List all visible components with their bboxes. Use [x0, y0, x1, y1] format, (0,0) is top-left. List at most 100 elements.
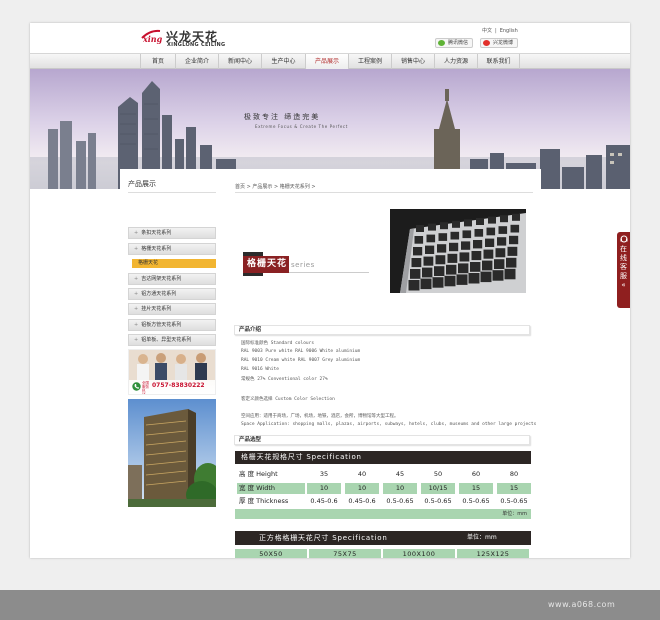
service-label: 在线客服: [620, 245, 627, 280]
sidebar-item-4[interactable]: 挂片天花系列: [128, 303, 216, 315]
sidebar-item-1[interactable]: 格栅天花系列: [128, 243, 216, 255]
wechat-icon: [438, 40, 445, 46]
grid-cell-hole: [509, 235, 519, 245]
grid-cell-hole: [444, 275, 456, 287]
intro-section-header: 产品介绍: [234, 325, 530, 335]
nav-item-1[interactable]: 企业简介: [175, 54, 218, 69]
intro-line: Space Application: shopping malls, plaza…: [241, 422, 537, 427]
sidebar-divider: [128, 192, 216, 193]
grid-cell-hole: [423, 256, 434, 266]
spec-cell: 45: [395, 470, 405, 478]
lang-cn-link[interactable]: 中文: [482, 28, 492, 34]
spec-unit: 单位：mm: [235, 509, 531, 519]
sidebar-item-5[interactable]: 铝板方管天花系列: [128, 319, 216, 331]
logo-en: XINGLONG CEILING: [167, 42, 226, 48]
nav-item-4[interactable]: 产品展示: [305, 54, 348, 69]
grid-cell-hole: [410, 269, 421, 279]
nav-item-3[interactable]: 生产中心: [261, 54, 305, 69]
people-photo: [129, 350, 215, 380]
nav-item-7[interactable]: 人力资源: [434, 54, 477, 69]
spec-section-header: 产品选型: [234, 435, 530, 445]
grid-cell-hole: [495, 248, 506, 258]
nav-item-2[interactable]: 新闻中心: [218, 54, 261, 69]
sidebar-item-2[interactable]: 吉达网架天花系列: [128, 273, 216, 285]
grid-cell-hole: [449, 242, 459, 252]
grid-cell-hole: [450, 231, 460, 240]
grid-cell-hole: [422, 267, 433, 278]
spec-cell: 10: [383, 483, 417, 494]
sidebar: 产品展示 条扣天花系列格栅天花系列吉达网架天花系列铝方通天花系列挂片天花系列铝板…: [120, 169, 223, 558]
square-spec-unit: 单位：mm: [467, 534, 497, 541]
collapse-arrow-icon[interactable]: «: [617, 281, 630, 290]
grid-cell-hole: [413, 247, 423, 256]
series-underline: [289, 272, 369, 273]
intro-line: RAL 9003 Pure white RAL 9006 White alumi…: [241, 349, 361, 354]
hotline-ad-banner[interactable]: 全国服务热线： 0757-83830222: [128, 349, 216, 395]
square-size-cell: 75X75: [309, 549, 381, 558]
sidebar-item-3[interactable]: 铝方通天花系列: [128, 288, 216, 300]
grid-cell-hole: [435, 255, 446, 265]
headset-icon: [620, 235, 627, 243]
breadcrumb[interactable]: 首页 > 产品展示 > 格栅天花系列 >: [235, 183, 316, 190]
main-nav: 首页 企业简介 新闻中心 生产中心 产品展示 工程案例 销售中心 人力资源 联系我们: [30, 53, 630, 69]
lang-en-link[interactable]: English: [500, 28, 518, 34]
grid-ceiling-product-image[interactable]: [390, 209, 526, 293]
sidebar-subitem-active[interactable]: 格栅天花: [132, 259, 216, 268]
grid-cell-hole: [414, 236, 424, 244]
nav-item-5[interactable]: 工程案例: [348, 54, 391, 69]
intro-line: RAL 9010 Cream white RAL 9007 Grey alumi…: [241, 358, 361, 363]
spec-cell: 60: [471, 470, 481, 478]
watermark: www.a068.com: [548, 600, 616, 609]
logo-mark-text: xing: [142, 34, 162, 44]
spec-cell: 0.5-0.65: [386, 497, 414, 505]
grid-cell-hole: [476, 218, 484, 225]
grid-cell-hole: [408, 280, 420, 291]
spec-cell: 0.5-0.65: [500, 497, 528, 505]
grid-cell-hole: [485, 238, 495, 247]
spec-cell: 10: [307, 483, 341, 494]
product-series-title: 格栅天花: [243, 256, 289, 273]
grid-cell-hole: [416, 225, 424, 232]
spec-cell: 50: [433, 470, 443, 478]
spec-row-label: 高 度 Height: [239, 470, 278, 478]
nav-item-8[interactable]: 联系我们: [477, 54, 520, 69]
spec-cell: 0.5-0.65: [424, 497, 452, 505]
grid-cell-hole: [488, 216, 496, 224]
grid-cell-hole: [458, 263, 469, 274]
spec-table-title: 格栅天花规格尺寸 Specification: [235, 451, 531, 464]
grid-cell-hole: [470, 262, 481, 272]
banner-slogan: 极致专注 缔造完美: [244, 113, 321, 121]
grid-cell-hole: [498, 226, 508, 234]
page-frame: xing 兴龙天花 XINGLONG CEILING 中文 | English 腾讯…: [30, 23, 630, 558]
spec-cell: 0.5-0.65: [462, 497, 490, 505]
breadcrumb-divider: [235, 192, 533, 193]
spec-cell: 10: [345, 483, 379, 494]
wechat-button[interactable]: 腾讯微信: [435, 38, 474, 48]
nav-item-0[interactable]: 首页: [140, 54, 175, 69]
header: xing 兴龙天花 XINGLONG CEILING 中文 | English 腾讯…: [30, 23, 630, 53]
sidebar-title: 产品展示: [128, 180, 156, 188]
grid-cell-hole: [461, 241, 471, 250]
weibo-icon: [483, 40, 490, 46]
sidebar-item-6[interactable]: 铝单板、异型天花系列: [128, 334, 216, 346]
grid-cell-hole: [471, 251, 482, 261]
grid-cell-hole: [432, 277, 444, 288]
spec-cell: 0.45-0.6: [348, 497, 376, 505]
company-building-photo[interactable]: [128, 399, 216, 507]
grid-cell-hole: [464, 219, 472, 227]
grid-cell-hole: [494, 259, 505, 269]
grid-cell-hole: [434, 266, 445, 276]
spec-cell: 15: [497, 483, 531, 494]
sidebar-item-0[interactable]: 条扣天花系列: [128, 227, 216, 239]
weibo-button[interactable]: 兴龙微博: [480, 38, 519, 48]
grid-cell-hole: [480, 271, 492, 283]
building-image: [128, 399, 216, 507]
grid-cell-hole: [497, 237, 507, 246]
online-service-tab[interactable]: 在线客服 «: [617, 232, 630, 308]
square-size-cell: 50X50: [235, 549, 307, 558]
spec-cell: 80: [509, 470, 519, 478]
nav-item-6[interactable]: 销售中心: [391, 54, 434, 69]
product-series-subtitle: series: [291, 261, 315, 269]
grid-cell-hole: [428, 223, 436, 231]
grid-cell-hole: [492, 270, 504, 281]
